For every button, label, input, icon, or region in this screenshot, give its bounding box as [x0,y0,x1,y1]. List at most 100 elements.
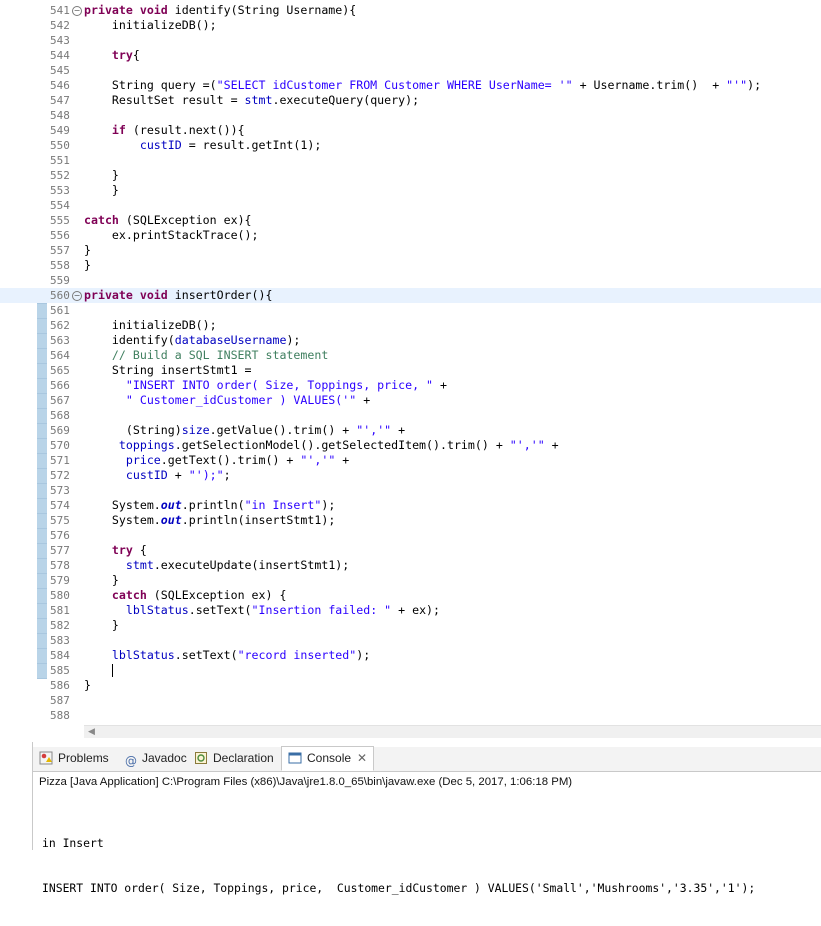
code-text[interactable]: System.out.println(insertStmt1); [84,513,335,528]
code-text[interactable]: lblStatus.setText("Insertion failed: " +… [84,603,440,618]
code-line[interactable]: 547 ResultSet result = stmt.executeQuery… [0,93,821,108]
code-line[interactable]: 582 } [0,618,821,633]
code-text[interactable]: } [84,678,91,693]
code-token: + [391,423,406,437]
horizontal-scrollbar[interactable]: ◀ [84,725,821,738]
code-line[interactable]: 579 } [0,573,821,588]
code-line[interactable]: 555 catch (SQLException ex){ [0,213,821,228]
code-text[interactable]: catch (SQLException ex){ [84,213,252,228]
code-line[interactable]: 561 [0,303,821,318]
code-text[interactable]: " Customer_idCustomer ) VALUES('" + [84,393,370,408]
code-text[interactable]: try { [84,543,147,558]
code-line[interactable]: 580 catch (SQLException ex) { [0,588,821,603]
code-text[interactable]: (String)size.getValue().trim() + "','" + [84,423,405,438]
code-line[interactable]: 557} [0,243,821,258]
code-text[interactable]: private void identify(String Username){ [84,3,356,18]
code-text[interactable]: } [84,618,119,633]
code-line[interactable]: 574 System.out.println("in Insert"); [0,498,821,513]
code-line[interactable]: 551 [0,153,821,168]
code-line[interactable]: 569 (String)size.getValue().trim() + "',… [0,423,821,438]
code-line[interactable]: 564 // Build a SQL INSERT statement [0,348,821,363]
code-line[interactable]: 578 stmt.executeUpdate(insertStmt1); [0,558,821,573]
code-line[interactable]: 587 [0,693,821,708]
code-text[interactable]: } [84,183,119,198]
code-line[interactable]: 585 [0,663,821,678]
code-text[interactable]: ex.printStackTrace(); [84,228,259,243]
code-text[interactable]: custID + "');"; [84,468,231,483]
code-line[interactable]: 588 [0,708,821,723]
code-line[interactable]: 570 toppings.getSelectionModel().getSele… [0,438,821,453]
code-line[interactable]: 571 price.getText().trim() + "','" + [0,453,821,468]
fold-toggle-icon[interactable]: − [72,291,82,301]
code-text[interactable] [84,663,113,678]
code-line[interactable]: 542 initializeDB(); [0,18,821,33]
code-line[interactable]: 545 [0,63,821,78]
tab-console[interactable]: Console ✕ [281,746,375,771]
code-line[interactable]: 554 [0,198,821,213]
code-text[interactable]: toppings.getSelectionModel().getSelected… [84,438,559,453]
code-line[interactable]: 553 } [0,183,821,198]
code-line[interactable]: 573 [0,483,821,498]
code-text[interactable]: identify(databaseUsername); [84,333,301,348]
code-text[interactable]: catch (SQLException ex) { [84,588,287,603]
line-number: 551 [50,154,70,167]
code-text[interactable]: price.getText().trim() + "','" + [84,453,349,468]
code-text[interactable]: // Build a SQL INSERT statement [84,348,328,363]
code-text[interactable]: } [84,168,119,183]
code-line[interactable]: 567 " Customer_idCustomer ) VALUES('" + [0,393,821,408]
code-text[interactable]: System.out.println("in Insert"); [84,498,335,513]
tab-javadoc[interactable]: @ Javadoc [125,747,187,770]
code-text[interactable]: custID = result.getInt(1); [84,138,322,153]
tab-declaration[interactable]: Declaration [194,747,274,770]
code-lines[interactable]: 541− private void identify(String Usernam… [0,3,821,723]
code-text[interactable]: } [84,243,91,258]
fold-toggle-icon[interactable]: − [72,6,82,16]
code-line[interactable]: 541− private void identify(String Usernam… [0,3,821,18]
code-line[interactable]: 556 ex.printStackTrace(); [0,228,821,243]
code-text[interactable]: lblStatus.setText("record inserted"); [84,648,370,663]
code-text[interactable]: stmt.executeUpdate(insertStmt1); [84,558,349,573]
code-line[interactable]: 572 custID + "');"; [0,468,821,483]
scroll-left-icon[interactable]: ◀ [88,726,95,738]
console-output[interactable]: in Insert INSERT INTO order( Size, Toppi… [42,806,755,926]
code-line[interactable]: 583 [0,633,821,648]
code-line[interactable]: 575 System.out.println(insertStmt1); [0,513,821,528]
code-line[interactable]: 546 String query =("SELECT idCustomer FR… [0,78,821,93]
code-line[interactable]: 560− private void insertOrder(){ [0,288,821,303]
code-text[interactable]: } [84,258,91,273]
code-text[interactable]: private void insertOrder(){ [84,288,272,303]
code-line[interactable]: 544 try{ [0,48,821,63]
code-line[interactable]: 548 [0,108,821,123]
code-token: String insertStmt1 = [84,363,252,377]
code-text[interactable]: "INSERT INTO order( Size, Toppings, pric… [84,378,447,393]
code-line[interactable]: 568 [0,408,821,423]
code-text[interactable]: try{ [84,48,140,63]
code-line[interactable]: 552 } [0,168,821,183]
code-line[interactable]: 565 String insertStmt1 = [0,363,821,378]
code-line[interactable]: 558} [0,258,821,273]
close-icon[interactable]: ✕ [357,751,367,765]
code-line[interactable]: 566 "INSERT INTO order( Size, Toppings, … [0,378,821,393]
tab-problems[interactable]: Problems [39,747,109,770]
code-text[interactable]: initializeDB(); [84,318,217,333]
code-line[interactable]: 576 [0,528,821,543]
code-line[interactable]: 562 initializeDB(); [0,318,821,333]
code-text[interactable]: String insertStmt1 = [84,363,252,378]
code-line[interactable]: 584 lblStatus.setText("record inserted")… [0,648,821,663]
code-text[interactable]: ResultSet result = stmt.executeQuery(que… [84,93,419,108]
code-line[interactable]: 549 if (result.next()){ [0,123,821,138]
code-line[interactable]: 581 lblStatus.setText("Insertion failed:… [0,603,821,618]
code-text[interactable]: String query =("SELECT idCustomer FROM C… [84,78,761,93]
code-line[interactable]: 550 custID = result.getInt(1); [0,138,821,153]
code-line[interactable]: 586} [0,678,821,693]
code-line[interactable]: 563 identify(databaseUsername); [0,333,821,348]
code-line[interactable]: 559 [0,273,821,288]
code-editor[interactable]: 541− private void identify(String Usernam… [0,0,821,742]
code-text[interactable]: if (result.next()){ [84,123,245,138]
code-text[interactable]: } [84,573,119,588]
code-line[interactable]: 543 [0,33,821,48]
code-line[interactable]: 577 try { [0,543,821,558]
code-text[interactable]: initializeDB(); [84,18,217,33]
